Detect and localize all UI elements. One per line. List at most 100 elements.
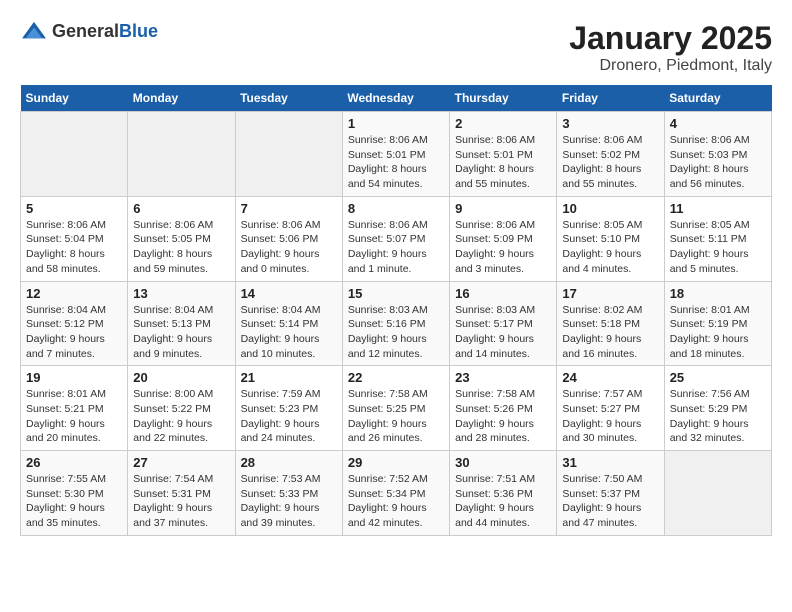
day-info: Sunrise: 8:03 AM Sunset: 5:17 PM Dayligh… [455, 303, 551, 362]
day-number: 25 [670, 370, 766, 385]
logo-text-general: General [52, 21, 119, 41]
calendar-cell: 30 Sunrise: 7:51 AM Sunset: 5:36 PM Dayli… [450, 451, 557, 536]
day-number: 13 [133, 286, 229, 301]
calendar-cell: 31 Sunrise: 7:50 AM Sunset: 5:37 PM Dayli… [557, 451, 664, 536]
day-number: 3 [562, 116, 658, 131]
calendar-cell: 12 Sunrise: 8:04 AM Sunset: 5:12 PM Dayli… [21, 281, 128, 366]
day-info: Sunrise: 8:06 AM Sunset: 5:04 PM Dayligh… [26, 218, 122, 277]
day-info: Sunrise: 7:56 AM Sunset: 5:29 PM Dayligh… [670, 387, 766, 446]
day-number: 12 [26, 286, 122, 301]
day-number: 5 [26, 201, 122, 216]
day-info: Sunrise: 8:06 AM Sunset: 5:05 PM Dayligh… [133, 218, 229, 277]
day-info: Sunrise: 8:06 AM Sunset: 5:02 PM Dayligh… [562, 133, 658, 192]
calendar-cell [21, 112, 128, 197]
day-number: 23 [455, 370, 551, 385]
day-number: 30 [455, 455, 551, 470]
calendar-cell: 1Sunrise: 8:06 AM Sunset: 5:01 PM Daylig… [342, 112, 449, 197]
title-area: January 2025 Dronero, Piedmont, Italy [569, 20, 772, 75]
day-number: 17 [562, 286, 658, 301]
day-info: Sunrise: 7:58 AM Sunset: 5:26 PM Dayligh… [455, 387, 551, 446]
day-info: Sunrise: 8:06 AM Sunset: 5:03 PM Dayligh… [670, 133, 766, 192]
day-number: 31 [562, 455, 658, 470]
day-info: Sunrise: 7:50 AM Sunset: 5:37 PM Dayligh… [562, 472, 658, 531]
calendar-cell: 20Sunrise: 8:00 AM Sunset: 5:22 PM Dayli… [128, 366, 235, 451]
day-number: 7 [241, 201, 337, 216]
calendar-cell: 26Sunrise: 7:55 AM Sunset: 5:30 PM Dayli… [21, 451, 128, 536]
day-number: 2 [455, 116, 551, 131]
day-number: 8 [348, 201, 444, 216]
day-number: 27 [133, 455, 229, 470]
calendar-subtitle: Dronero, Piedmont, Italy [569, 57, 772, 75]
day-info: Sunrise: 8:05 AM Sunset: 5:11 PM Dayligh… [670, 218, 766, 277]
week-row-4: 26Sunrise: 7:55 AM Sunset: 5:30 PM Dayli… [21, 451, 772, 536]
day-info: Sunrise: 8:01 AM Sunset: 5:21 PM Dayligh… [26, 387, 122, 446]
calendar-cell [664, 451, 771, 536]
day-info: Sunrise: 8:06 AM Sunset: 5:09 PM Dayligh… [455, 218, 551, 277]
day-number: 4 [670, 116, 766, 131]
day-info: Sunrise: 8:06 AM Sunset: 5:06 PM Dayligh… [241, 218, 337, 277]
calendar-cell: 6 Sunrise: 8:06 AM Sunset: 5:05 PM Daylig… [128, 196, 235, 281]
week-row-0: 1Sunrise: 8:06 AM Sunset: 5:01 PM Daylig… [21, 112, 772, 197]
day-info: Sunrise: 7:52 AM Sunset: 5:34 PM Dayligh… [348, 472, 444, 531]
calendar-cell: 18 Sunrise: 8:01 AM Sunset: 5:19 PM Dayli… [664, 281, 771, 366]
day-info: Sunrise: 7:54 AM Sunset: 5:31 PM Dayligh… [133, 472, 229, 531]
day-number: 22 [348, 370, 444, 385]
day-info: Sunrise: 8:06 AM Sunset: 5:01 PM Dayligh… [455, 133, 551, 192]
day-info: Sunrise: 8:05 AM Sunset: 5:10 PM Dayligh… [562, 218, 658, 277]
day-number: 18 [670, 286, 766, 301]
calendar-cell: 27 Sunrise: 7:54 AM Sunset: 5:31 PM Dayli… [128, 451, 235, 536]
calendar-cell: 22 Sunrise: 7:58 AM Sunset: 5:25 PM Dayli… [342, 366, 449, 451]
calendar-table: SundayMondayTuesdayWednesdayThursdayFrid… [20, 85, 772, 536]
weekday-header-saturday: Saturday [664, 85, 771, 112]
header: GeneralBlue January 2025 Dronero, Piedmo… [20, 20, 772, 75]
day-info: Sunrise: 7:58 AM Sunset: 5:25 PM Dayligh… [348, 387, 444, 446]
day-info: Sunrise: 8:02 AM Sunset: 5:18 PM Dayligh… [562, 303, 658, 362]
calendar-cell: 14Sunrise: 8:04 AM Sunset: 5:14 PM Dayli… [235, 281, 342, 366]
week-row-2: 12 Sunrise: 8:04 AM Sunset: 5:12 PM Dayli… [21, 281, 772, 366]
weekday-header-friday: Friday [557, 85, 664, 112]
day-number: 15 [348, 286, 444, 301]
day-number: 24 [562, 370, 658, 385]
day-info: Sunrise: 8:01 AM Sunset: 5:19 PM Dayligh… [670, 303, 766, 362]
day-number: 20 [133, 370, 229, 385]
calendar-cell: 19 Sunrise: 8:01 AM Sunset: 5:21 PM Dayli… [21, 366, 128, 451]
day-info: Sunrise: 8:04 AM Sunset: 5:12 PM Dayligh… [26, 303, 122, 362]
weekday-header-monday: Monday [128, 85, 235, 112]
calendar-cell: 21Sunrise: 7:59 AM Sunset: 5:23 PM Dayli… [235, 366, 342, 451]
calendar-cell: 7 Sunrise: 8:06 AM Sunset: 5:06 PM Daylig… [235, 196, 342, 281]
day-number: 9 [455, 201, 551, 216]
day-number: 19 [26, 370, 122, 385]
calendar-title: January 2025 [569, 20, 772, 57]
calendar-cell: 8Sunrise: 8:06 AM Sunset: 5:07 PM Daylig… [342, 196, 449, 281]
weekday-header-sunday: Sunday [21, 85, 128, 112]
day-number: 10 [562, 201, 658, 216]
logo: GeneralBlue [20, 20, 158, 42]
calendar-cell: 5 Sunrise: 8:06 AM Sunset: 5:04 PM Daylig… [21, 196, 128, 281]
calendar-cell: 13 Sunrise: 8:04 AM Sunset: 5:13 PM Dayli… [128, 281, 235, 366]
weekday-header-tuesday: Tuesday [235, 85, 342, 112]
calendar-cell [235, 112, 342, 197]
day-number: 11 [670, 201, 766, 216]
logo-icon [20, 20, 48, 42]
day-number: 29 [348, 455, 444, 470]
weekday-header-wednesday: Wednesday [342, 85, 449, 112]
calendar-cell: 17 Sunrise: 8:02 AM Sunset: 5:18 PM Dayli… [557, 281, 664, 366]
day-number: 28 [241, 455, 337, 470]
calendar-cell: 4 Sunrise: 8:06 AM Sunset: 5:03 PM Daylig… [664, 112, 771, 197]
day-number: 26 [26, 455, 122, 470]
day-info: Sunrise: 8:06 AM Sunset: 5:01 PM Dayligh… [348, 133, 444, 192]
calendar-cell: 29 Sunrise: 7:52 AM Sunset: 5:34 PM Dayli… [342, 451, 449, 536]
week-row-1: 5 Sunrise: 8:06 AM Sunset: 5:04 PM Daylig… [21, 196, 772, 281]
day-info: Sunrise: 7:53 AM Sunset: 5:33 PM Dayligh… [241, 472, 337, 531]
day-info: Sunrise: 8:04 AM Sunset: 5:13 PM Dayligh… [133, 303, 229, 362]
day-number: 6 [133, 201, 229, 216]
calendar-cell: 23 Sunrise: 7:58 AM Sunset: 5:26 PM Dayli… [450, 366, 557, 451]
weekday-header-thursday: Thursday [450, 85, 557, 112]
week-row-3: 19 Sunrise: 8:01 AM Sunset: 5:21 PM Dayli… [21, 366, 772, 451]
calendar-cell: 28 Sunrise: 7:53 AM Sunset: 5:33 PM Dayli… [235, 451, 342, 536]
calendar-cell: 11 Sunrise: 8:05 AM Sunset: 5:11 PM Dayli… [664, 196, 771, 281]
day-info: Sunrise: 7:51 AM Sunset: 5:36 PM Dayligh… [455, 472, 551, 531]
calendar-cell: 25 Sunrise: 7:56 AM Sunset: 5:29 PM Dayli… [664, 366, 771, 451]
day-number: 16 [455, 286, 551, 301]
calendar-cell: 16 Sunrise: 8:03 AM Sunset: 5:17 PM Dayli… [450, 281, 557, 366]
